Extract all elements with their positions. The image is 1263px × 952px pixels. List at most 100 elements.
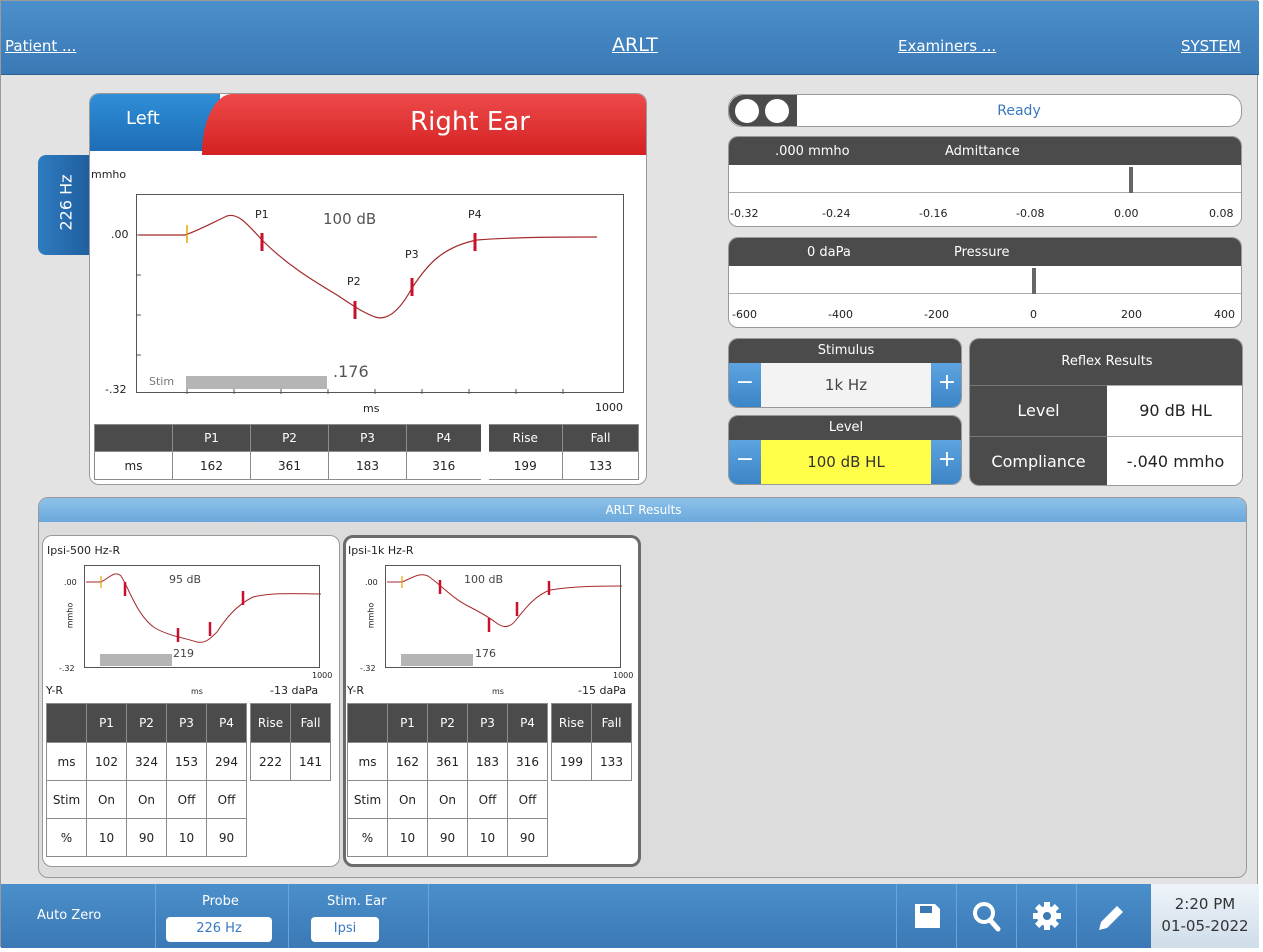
stimulus-value: 1k Hz xyxy=(761,363,931,407)
table-cell: 102 xyxy=(86,742,127,781)
stim-bar xyxy=(186,376,327,389)
table-cell: 153 xyxy=(166,742,207,781)
page-title[interactable]: ARLT xyxy=(612,34,658,56)
table-cell: 294 xyxy=(206,742,247,781)
mini-x-max: 1000 xyxy=(613,671,634,680)
level-decrease-button[interactable]: − xyxy=(729,440,761,484)
stimulus-control: Stimulus − 1k Hz + xyxy=(728,338,962,408)
auto-zero-button[interactable]: Auto Zero xyxy=(1,884,156,948)
table-cell: 361 xyxy=(250,451,329,480)
pressure-tick: 0 xyxy=(1030,308,1037,321)
result-response-curve xyxy=(86,573,322,643)
y-bottom-label: -.32 xyxy=(105,383,127,396)
probe-frequency-label: 226 Hz xyxy=(56,174,76,231)
table-header: P2 xyxy=(427,703,468,743)
mini-stim-bar xyxy=(100,654,172,666)
pencil-icon xyxy=(1099,906,1123,930)
result-rise-fall-table: Rise Fall 199 133 xyxy=(551,703,632,781)
peak-label-p3: P3 xyxy=(405,248,419,261)
pressure-track xyxy=(729,266,1241,294)
reflex-results-title: Reflex Results xyxy=(970,339,1242,385)
admittance-value: .000 mmho xyxy=(775,144,850,159)
tab-left-label: Left xyxy=(126,108,160,129)
reflex-level-label: Level xyxy=(970,385,1107,436)
table-cell: ms xyxy=(94,451,173,480)
pressure-tick: -400 xyxy=(828,308,853,321)
mini-x-unit: ms xyxy=(492,687,504,696)
auto-zero-label: Auto Zero xyxy=(37,908,102,923)
pressure-value: 0 daPa xyxy=(807,245,851,260)
search-icon xyxy=(973,902,1001,932)
reflex-compliance-label: Compliance xyxy=(970,436,1107,485)
table-cell: 183 xyxy=(467,742,508,781)
tab-right-ear[interactable]: Right Ear xyxy=(202,94,646,155)
table-header: P3 xyxy=(328,424,407,452)
admittance-track xyxy=(729,165,1241,193)
table-header: P1 xyxy=(86,703,127,743)
stimulus-decrease-button[interactable]: − xyxy=(729,363,761,407)
pressure-meter: 0 daPa Pressure -600 -400 -200 0 200 400 xyxy=(728,237,1242,328)
mini-y-bottom: -.32 xyxy=(360,664,376,673)
edit-button[interactable] xyxy=(1076,884,1151,948)
result-ear-label: Y-R xyxy=(347,684,365,697)
table-cell: Off xyxy=(166,780,207,819)
patient-link[interactable]: Patient ... xyxy=(5,37,76,55)
table-cell: 162 xyxy=(172,451,251,480)
table-cell: 10 xyxy=(86,818,127,857)
table-cell: 316 xyxy=(507,742,548,781)
settings-button[interactable] xyxy=(1016,884,1076,948)
level-increase-button[interactable]: + xyxy=(931,440,961,484)
table-cell: 10 xyxy=(467,818,508,857)
table-cell: 222 xyxy=(250,742,291,781)
system-link[interactable]: SYSTEM xyxy=(1181,37,1241,55)
table-header: P1 xyxy=(172,424,251,452)
peak-label-p4: P4 xyxy=(468,208,482,221)
stim-label: Stim xyxy=(149,375,175,388)
save-button[interactable] xyxy=(896,884,956,948)
table-header: Rise xyxy=(551,703,592,743)
table-header: P2 xyxy=(126,703,167,743)
main-plot-area xyxy=(136,194,624,394)
top-bar: Patient ... ARLT Examiners ... SYSTEM xyxy=(1,1,1259,75)
pressure-needle xyxy=(1032,268,1036,294)
mini-y-unit: mmho xyxy=(65,602,75,629)
tab-left-ear[interactable]: Left xyxy=(90,94,220,151)
table-cell: % xyxy=(347,818,388,857)
admittance-tick: 0.08 xyxy=(1209,207,1234,220)
table-cell: 90 xyxy=(507,818,548,857)
mini-db-label: 95 dB xyxy=(169,573,202,586)
table-cell: 316 xyxy=(406,451,489,480)
table-cell: 90 xyxy=(126,818,167,857)
table-header: P3 xyxy=(166,703,207,743)
status-toggle[interactable] xyxy=(729,95,797,126)
admittance-tick: 0.00 xyxy=(1114,207,1139,220)
table-header xyxy=(46,703,87,743)
stim-value: .176 xyxy=(333,362,369,381)
table-cell: 141 xyxy=(290,742,331,781)
search-button[interactable] xyxy=(956,884,1016,948)
gear-icon xyxy=(1033,902,1061,930)
table-header: P1 xyxy=(387,703,428,743)
mini-y-top: .00 xyxy=(365,578,378,587)
x-unit-label: ms xyxy=(363,402,380,415)
table-cell: On xyxy=(427,780,468,819)
probe-select[interactable]: 226 Hz xyxy=(166,917,272,942)
examiners-link[interactable]: Examiners ... xyxy=(898,37,996,55)
arlt-results-title: ARLT Results xyxy=(39,498,1246,522)
table-cell: 199 xyxy=(484,451,563,480)
table-cell: 133 xyxy=(562,451,639,480)
result-ear-label: Y-R xyxy=(46,684,64,697)
mini-y-top: .00 xyxy=(64,578,77,587)
main-response-curve xyxy=(139,214,598,319)
result-card-title: Ipsi-500 Hz-R xyxy=(47,544,121,557)
table-cell: 90 xyxy=(206,818,247,857)
table-header: Fall xyxy=(591,703,632,743)
stimulus-increase-button[interactable]: + xyxy=(931,363,961,407)
probe-frequency-tab[interactable]: 226 Hz xyxy=(38,155,90,255)
stim-ear-select[interactable]: Ipsi xyxy=(311,917,379,942)
table-cell: On xyxy=(86,780,127,819)
status-dot-icon xyxy=(765,99,789,123)
table-header: P2 xyxy=(250,424,329,452)
app-window: Patient ... ARLT Examiners ... SYSTEM 22… xyxy=(0,0,1259,948)
table-cell: % xyxy=(46,818,87,857)
